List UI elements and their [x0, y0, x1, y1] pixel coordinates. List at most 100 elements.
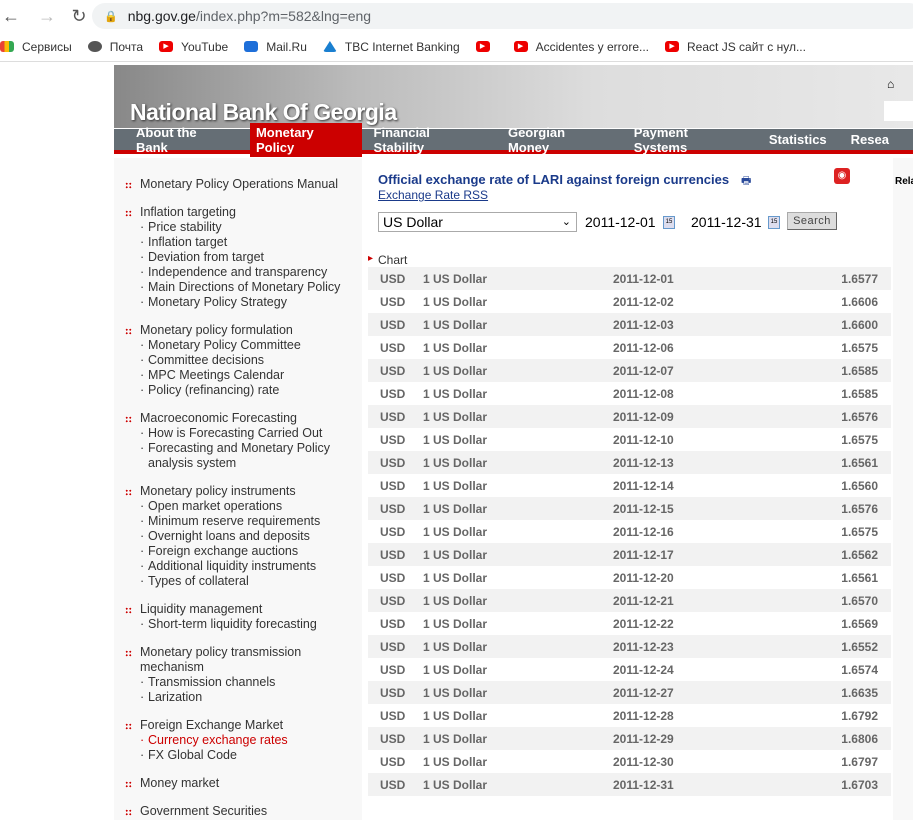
sidebar-group-title[interactable]: Inflation targeting — [140, 205, 362, 220]
currency-code: USD — [368, 479, 412, 493]
sidebar-group-title[interactable]: Government Securities — [140, 804, 362, 819]
sidebar-link[interactable]: Forecasting and Monetary Policy analysis… — [140, 441, 362, 471]
bookmark-item[interactable]: ▶ — [476, 41, 498, 52]
sidebar-group-title[interactable]: Money market — [140, 776, 362, 791]
chart-link[interactable]: Chart — [378, 253, 407, 267]
currency-code: USD — [368, 525, 412, 539]
rate-date: 2011-12-15 — [613, 502, 763, 516]
rate-date: 2011-12-30 — [613, 755, 763, 769]
sidebar-link[interactable]: Policy (refinancing) rate — [140, 383, 362, 398]
youtube-icon: ▶ — [514, 41, 528, 52]
rate-value: 1.6562 — [763, 548, 878, 562]
sidebar-link[interactable]: Transmission channels — [140, 675, 362, 690]
address-bar[interactable]: 🔒 nbg.gov.ge/index.php?m=582&lng=eng — [92, 3, 913, 29]
currency-code: USD — [368, 686, 412, 700]
sidebar-link[interactable]: Committee decisions — [140, 353, 362, 368]
rate-value: 1.6703 — [763, 778, 878, 792]
bookmark-item[interactable]: ▶React JS сайт с нул... — [665, 40, 806, 54]
main-menu: About the BankMonetary PolicyFinancial S… — [114, 128, 913, 154]
youtube-icon: ▶ — [476, 41, 490, 52]
table-row: USD1 US Dollar2011-12-171.6562 — [368, 543, 891, 566]
sidebar-link[interactable]: How is Forecasting Carried Out — [140, 426, 362, 441]
rate-value: 1.6585 — [763, 387, 878, 401]
bookmark-item[interactable]: ▶Accidentes y errore... — [514, 40, 649, 54]
menu-item[interactable]: Payment Systems — [628, 123, 751, 157]
sidebar-group-title[interactable]: Liquidity management — [140, 602, 362, 617]
sidebar-group-title[interactable]: Macroeconomic Forecasting — [140, 411, 362, 426]
sidebar-link[interactable]: Currency exchange rates — [140, 733, 362, 748]
currency-name: 1 US Dollar — [412, 502, 613, 516]
bullet-icon — [125, 489, 132, 496]
menu-item[interactable]: About the Bank — [130, 123, 238, 157]
bookmark-item[interactable]: Почта — [88, 40, 143, 54]
site-search-input[interactable] — [884, 101, 913, 121]
sidebar-link[interactable]: Monetary Policy Strategy — [140, 295, 362, 310]
sidebar-group-title[interactable]: Monetary policy transmission mechanism — [140, 645, 362, 675]
menu-item[interactable]: Financial Stability — [368, 123, 490, 157]
currency-code: USD — [368, 755, 412, 769]
bullet-icon — [125, 182, 132, 189]
currency-code: USD — [368, 571, 412, 585]
table-row: USD1 US Dollar2011-12-061.6575 — [368, 336, 891, 359]
menu-item[interactable]: Georgian Money — [502, 123, 616, 157]
sidebar-link[interactable]: Additional liquidity instruments — [140, 559, 362, 574]
menu-item[interactable]: Monetary Policy — [250, 123, 362, 157]
sidebar-link[interactable]: Short-term liquidity forecasting — [140, 617, 362, 632]
sidebar-group-title[interactable]: Foreign Exchange Market — [140, 718, 362, 733]
bookmark-item[interactable]: Сервисы — [0, 40, 72, 54]
calendar-icon[interactable]: 15 — [768, 216, 780, 229]
sidebar-link[interactable]: Independence and transparency — [140, 265, 362, 280]
bookmark-item[interactable]: ▶YouTube — [159, 40, 228, 54]
sidebar-group-title[interactable]: Monetary policy formulation — [140, 323, 362, 338]
sidebar-link[interactable]: Price stability — [140, 220, 362, 235]
table-row: USD1 US Dollar2011-12-231.6552 — [368, 635, 891, 658]
currency-code: USD — [368, 364, 412, 378]
sidebar-group: Macroeconomic ForecastingHow is Forecast… — [140, 411, 362, 471]
sidebar-link[interactable]: Minimum reserve requirements — [140, 514, 362, 529]
table-row: USD1 US Dollar2011-12-271.6635 — [368, 681, 891, 704]
search-button[interactable]: Search — [787, 212, 837, 230]
menu-item[interactable]: Statistics — [763, 130, 833, 149]
sidebar-group: Monetary policy instrumentsOpen market o… — [140, 484, 362, 589]
sidebar-group: Monetary Policy Operations Manual — [140, 177, 362, 192]
reload-icon[interactable]: ↻ — [68, 6, 90, 27]
sidebar-link[interactable]: Larization — [140, 690, 362, 705]
forward-icon[interactable]: → — [36, 6, 58, 27]
sidebar-link[interactable]: Monetary Policy Committee — [140, 338, 362, 353]
calendar-icon[interactable]: 15 — [663, 216, 675, 229]
table-row: USD1 US Dollar2011-12-301.6797 — [368, 750, 891, 773]
date-to[interactable]: 2011-12-31 — [691, 214, 762, 230]
rate-date: 2011-12-21 — [613, 594, 763, 608]
home-icon[interactable]: ⌂ — [887, 77, 894, 91]
currency-select[interactable]: US Dollar⌄ — [378, 212, 577, 232]
sidebar-link[interactable]: Deviation from target — [140, 250, 362, 265]
date-from[interactable]: 2011-12-01 — [585, 214, 656, 230]
sidebar-link[interactable]: Overnight loans and deposits — [140, 529, 362, 544]
currency-code: USD — [368, 594, 412, 608]
sidebar-link[interactable]: MPC Meetings Calendar — [140, 368, 362, 383]
currency-code: USD — [368, 433, 412, 447]
back-icon[interactable]: ← — [0, 6, 22, 27]
menu-item[interactable]: Resea — [845, 130, 895, 149]
rss-link[interactable]: Exchange Rate RSS — [378, 188, 488, 202]
bookmark-item[interactable]: TBC Internet Banking — [323, 40, 460, 54]
sidebar-link[interactable]: Open market operations — [140, 499, 362, 514]
sidebar-link[interactable]: Foreign exchange auctions — [140, 544, 362, 559]
sidebar-group-title[interactable]: Monetary policy instruments — [140, 484, 362, 499]
table-row: USD1 US Dollar2011-12-141.6560 — [368, 474, 891, 497]
sidebar-link[interactable]: Inflation target — [140, 235, 362, 250]
sidebar-link[interactable]: Main Directions of Monetary Policy — [140, 280, 362, 295]
bookmark-label: Сервисы — [22, 40, 72, 54]
rate-value: 1.6561 — [763, 571, 878, 585]
bookmark-item[interactable]: Mail.Ru — [244, 40, 307, 54]
rate-value: 1.6797 — [763, 755, 878, 769]
tbc-icon — [323, 41, 337, 52]
currency-code: USD — [368, 732, 412, 746]
rss-icon[interactable]: ◉ — [834, 168, 850, 184]
sidebar-link[interactable]: FX Global Code — [140, 748, 362, 763]
sidebar-group-title[interactable]: Monetary Policy Operations Manual — [140, 177, 362, 192]
rate-value: 1.6561 — [763, 456, 878, 470]
sidebar-link[interactable]: Types of collateral — [140, 574, 362, 589]
print-icon[interactable]: 🖶 — [741, 172, 751, 191]
currency-name: 1 US Dollar — [412, 663, 613, 677]
